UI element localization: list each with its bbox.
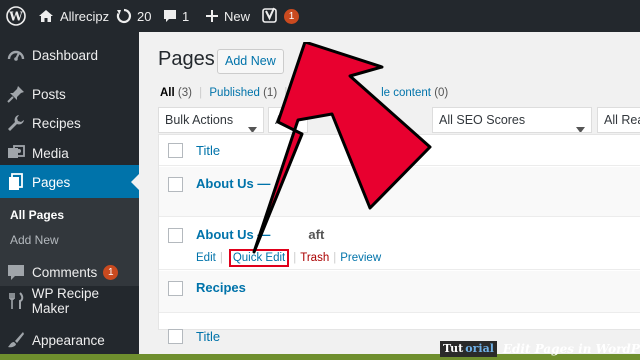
filter-drafts[interactable]: Dr [295, 87, 307, 99]
filter-all[interactable]: All [160, 87, 175, 99]
filter-separator: | [284, 87, 288, 99]
comment-bubble-icon [163, 9, 177, 23]
preview-link[interactable]: Preview [340, 252, 381, 264]
submenu-item-all-pages[interactable]: All Pages [10, 208, 64, 222]
sidebar-item-recipes[interactable]: Recipes [0, 106, 139, 140]
table-row: About Us — aft Edit | Quick Edit | Trash … [159, 218, 640, 270]
filter-cornerstone-count: (0) [434, 87, 449, 99]
sidebar-item-label: Appearance [32, 332, 105, 348]
readability-value: All Rea [604, 113, 640, 127]
comments-count: 1 [182, 8, 190, 24]
trash-link[interactable]: Trash [300, 252, 329, 264]
action-separator: | [333, 252, 337, 264]
sidebar-item-pages[interactable]: Pages [0, 165, 139, 199]
brush-icon [6, 330, 26, 350]
sidebar-item-label: Dashboard [32, 47, 99, 63]
pages-icon [6, 172, 26, 192]
row-actions: Edit | Quick Edit | Trash | Preview [196, 249, 381, 267]
column-header-title[interactable]: Title [196, 143, 220, 158]
filter-published-count: (1) [263, 87, 278, 99]
filter-cornerstone-content[interactable]: le content [381, 87, 431, 99]
updates-link[interactable]: 20 [116, 0, 151, 32]
tutorial-logo: Tut orial [440, 341, 497, 357]
row-title-link[interactable]: About Us — [196, 176, 270, 191]
chevron-down-icon [576, 117, 585, 132]
wrench-icon [6, 113, 26, 133]
seo-scores-select[interactable]: All SEO Scores [432, 107, 592, 133]
plus-icon [206, 10, 218, 22]
sidebar-item-label: Pages [32, 174, 71, 190]
tutorial-banner: Tutorial Edit Pages in WordPress [440, 338, 640, 360]
yoast-icon [262, 7, 278, 25]
table-row: About Us — [159, 167, 640, 217]
select-all-checkbox[interactable] [168, 143, 183, 158]
sidebar-item-appearance[interactable]: Appearance [0, 323, 139, 354]
table-header: Title [159, 135, 640, 166]
row-checkbox[interactable] [168, 281, 183, 296]
svg-text:W: W [8, 10, 23, 24]
yoast-seo-menu[interactable]: 1 [262, 0, 299, 32]
refresh-icon [116, 8, 132, 24]
site-name-label: Allrecipz [60, 8, 110, 24]
main-content: Pages Add New All (3) | Published (1) | … [139, 32, 640, 354]
comments-link[interactable]: 1 [163, 0, 189, 32]
wp-admin-window: W Allrecipz 20 1 New 1 Dashboard Posts R… [0, 0, 640, 354]
fork-knife-icon [6, 291, 26, 311]
bulk-actions-value: Bulk Actions [165, 113, 234, 127]
sidebar-item-label: WP Recipe Maker [31, 286, 100, 316]
row-title-link[interactable]: About Us — aft [196, 227, 324, 242]
bulk-actions-select[interactable]: Bulk Actions [158, 107, 264, 133]
filter-published[interactable]: Published [209, 87, 260, 99]
yoast-notification-badge: 1 [284, 8, 299, 24]
column-footer-title[interactable]: Title [196, 329, 220, 344]
filter-separator: | [199, 87, 203, 99]
row-title-link[interactable]: Recipes [196, 280, 246, 295]
pages-table: Title About Us — About Us — aft Edit | Qu… [158, 134, 640, 344]
admin-bar: W Allrecipz 20 1 New 1 [0, 0, 640, 32]
dates-select[interactable]: A [268, 107, 308, 133]
filter-all-count: (3) [177, 87, 192, 99]
media-icon [6, 143, 26, 163]
updates-count: 20 [137, 8, 152, 24]
new-content-link[interactable]: New [206, 0, 250, 32]
wordpress-logo-icon[interactable]: W [6, 0, 26, 32]
comments-badge: 1 [103, 264, 119, 280]
dashboard-icon [6, 45, 26, 65]
action-separator: | [219, 252, 223, 264]
sidebar-item-label: Media [32, 145, 69, 161]
banner-caption: Edit Pages in WordPress [502, 342, 640, 356]
sidebar-item-label: Comments [32, 264, 98, 280]
sidebar-item-label: Posts [32, 86, 66, 102]
pin-icon [6, 84, 26, 104]
site-name-link[interactable]: Allrecipz [38, 0, 109, 32]
sidebar-item-label: Recipes [32, 115, 81, 131]
chevron-down-icon [248, 117, 257, 132]
add-new-button[interactable]: Add New [217, 49, 284, 74]
quick-edit-link[interactable]: Quick Edit [228, 249, 290, 267]
home-icon [38, 9, 54, 23]
seo-scores-value: All SEO Scores [439, 113, 526, 127]
dates-value: A [275, 113, 284, 127]
row-checkbox[interactable] [168, 177, 183, 192]
sidebar-item-dashboard[interactable]: Dashboard [0, 38, 139, 72]
select-all-checkbox-footer[interactable] [168, 329, 183, 344]
new-label: New [224, 8, 251, 24]
row-checkbox[interactable] [168, 228, 183, 243]
status-filters: All (3) | Published (1) | Dr le content … [160, 87, 448, 99]
row-status: aft [308, 227, 325, 242]
admin-sidebar: Dashboard Posts Recipes Media Pages All … [0, 32, 139, 354]
readability-select[interactable]: All Rea [597, 107, 640, 133]
table-row: Recipes [159, 271, 640, 313]
action-separator: | [293, 252, 297, 264]
edit-link[interactable]: Edit [196, 252, 216, 264]
sidebar-item-wp-recipe-maker[interactable]: WP Recipe Maker [0, 284, 139, 318]
comment-icon [6, 262, 26, 282]
page-title: Pages [158, 48, 215, 70]
submenu-item-add-new[interactable]: Add New [10, 233, 59, 247]
